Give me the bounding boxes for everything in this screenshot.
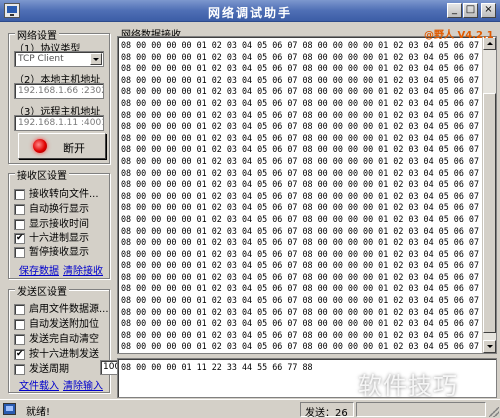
- option-append-bits[interactable]: 自动发送附加位: [14, 315, 99, 330]
- option-label: 自动发送附加位: [29, 319, 99, 330]
- checkbox[interactable]: [14, 218, 25, 230]
- scroll-down-arrow-icon[interactable]: [483, 340, 496, 353]
- option-label: 启用文件数据源...: [29, 304, 109, 315]
- checkbox[interactable]: [14, 188, 25, 200]
- maximize-button[interactable]: □: [463, 3, 478, 18]
- receive-data-area[interactable]: 08 00 00 00 00 01 02 03 04 05 06 07 08 0…: [117, 36, 497, 354]
- checkbox[interactable]: [14, 203, 25, 215]
- save-data-link[interactable]: 保存数据: [19, 262, 59, 277]
- option-pause-display[interactable]: 暂停接收显示: [14, 243, 89, 258]
- recv-count: [356, 402, 486, 417]
- title-bar[interactable]: 网络调试助手 _ □ ×: [0, 0, 500, 22]
- receive-scrollbar[interactable]: [482, 37, 496, 353]
- option-show-time[interactable]: 显示接收时间: [14, 215, 89, 230]
- option-label: 暂停接收显示: [29, 247, 89, 258]
- connect-toggle-label: 断开: [63, 142, 85, 155]
- option-hex-display[interactable]: 十六进制显示: [14, 229, 89, 244]
- option-hex-send[interactable]: 按十六进制发送: [14, 345, 99, 360]
- status-ready: 就绪!: [26, 407, 51, 418]
- remote-host-field[interactable]: 192.168.1.11 :4001: [14, 115, 104, 131]
- connection-led-icon: [33, 139, 47, 153]
- option-send-period[interactable]: 发送周期: [14, 360, 69, 375]
- checkbox[interactable]: [14, 303, 25, 315]
- file-load-link[interactable]: 文件载入: [19, 377, 59, 392]
- option-recv-to-file[interactable]: 接收转向文件...: [14, 185, 99, 200]
- resize-grip-icon[interactable]: [489, 407, 499, 417]
- checkbox[interactable]: [14, 246, 25, 258]
- protocol-select[interactable]: TCP Client: [14, 51, 104, 67]
- send-data-text: 08 00 00 00 01 11 22 33 44 55 66 77 88: [121, 362, 313, 372]
- checkbox[interactable]: [14, 333, 25, 345]
- option-auto-wrap[interactable]: 自动换行显示: [14, 200, 89, 215]
- status-icon: [3, 403, 16, 415]
- option-label: 接收转向文件...: [29, 189, 99, 200]
- option-auto-clear[interactable]: 发送完自动清空: [14, 330, 99, 345]
- minimize-button[interactable]: _: [447, 3, 462, 18]
- send-count: 发送：26: [300, 402, 354, 418]
- window-title: 网络调试助手: [207, 6, 292, 20]
- clear-input-link[interactable]: 清除输入: [63, 377, 103, 392]
- option-label: 自动换行显示: [29, 204, 89, 215]
- protocol-value: TCP Client: [18, 54, 64, 64]
- version-badge: @野人 V4.2.1: [424, 30, 494, 41]
- receive-data-text: 08 00 00 00 00 01 02 03 04 05 06 07 08 0…: [121, 40, 479, 352]
- checkbox-checked[interactable]: [14, 232, 25, 244]
- checkbox-checked[interactable]: [14, 348, 25, 360]
- watermark: 软件技巧: [358, 372, 458, 400]
- status-bar: 就绪! 发送：26: [0, 399, 500, 418]
- send-settings-title: 发送区设置: [15, 283, 69, 298]
- option-label: 发送完自动清空: [29, 334, 99, 345]
- option-label: 发送周期: [29, 364, 69, 375]
- close-button[interactable]: ×: [481, 3, 496, 18]
- option-label: 按十六进制发送: [29, 349, 99, 360]
- receive-settings-title: 接收区设置: [15, 167, 69, 182]
- scrollbar-thumb[interactable]: [483, 93, 496, 333]
- checkbox[interactable]: [14, 318, 25, 330]
- clear-receive-link[interactable]: 清除接收: [63, 262, 103, 277]
- option-file-source[interactable]: 启用文件数据源...: [14, 300, 109, 315]
- connect-toggle-button[interactable]: 断开: [18, 133, 106, 159]
- checkbox[interactable]: [14, 363, 25, 375]
- local-host-field[interactable]: 192.168.1.66 :2302: [14, 83, 104, 99]
- chevron-down-icon[interactable]: [90, 53, 102, 65]
